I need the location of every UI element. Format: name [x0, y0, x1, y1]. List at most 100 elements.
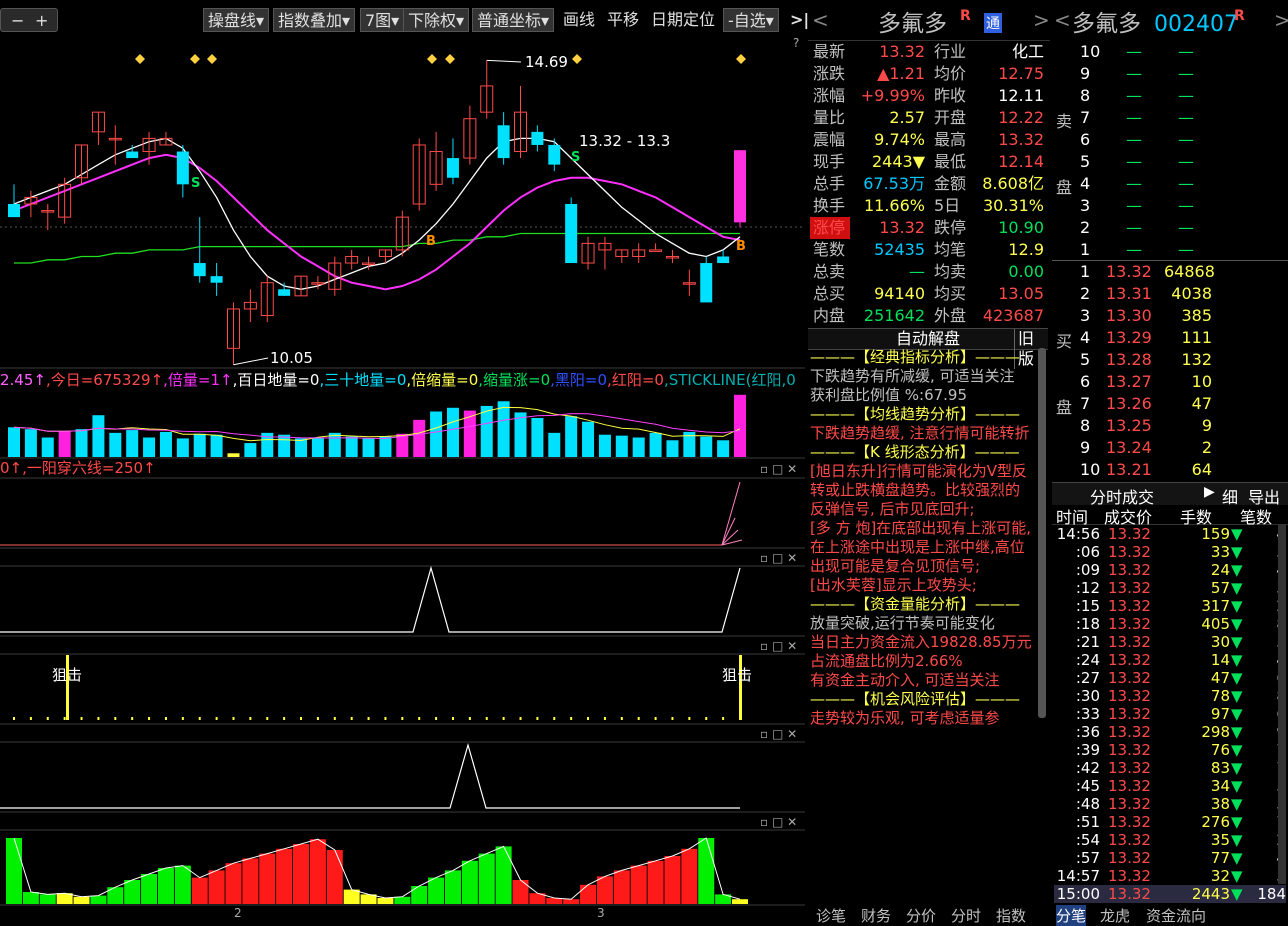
flow-bar: [259, 853, 276, 904]
tick-row[interactable]: :1513.32317▼2: [1054, 597, 1286, 615]
tick-row[interactable]: :1213.3257▼3: [1054, 579, 1286, 597]
tick-row[interactable]: :4813.3238▼5: [1054, 795, 1286, 813]
sell-level-row[interactable]: 6 — —: [1056, 129, 1288, 151]
sell-level-row[interactable]: 8 — —: [1056, 85, 1288, 107]
buy-level-row[interactable]: 4 13.29 111: [1056, 327, 1288, 349]
tick-row[interactable]: :1813.32405▼8: [1054, 615, 1286, 633]
next-stock-icon-right[interactable]: >: [1274, 8, 1288, 32]
orderbook-cell: 4: [1080, 328, 1091, 347]
tab-3[interactable]: 分时: [951, 905, 981, 926]
flow-bar: [309, 839, 326, 904]
help-icon[interactable]: ?: [793, 36, 799, 50]
tick-row[interactable]: :5713.3277▼4: [1054, 849, 1286, 867]
tick-row[interactable]: :5113.32276▼7: [1054, 813, 1286, 831]
sell-level-row[interactable]: 9 — —: [1056, 63, 1288, 85]
sell-level-row[interactable]: 10 — —: [1056, 41, 1288, 63]
sell-level-row[interactable]: 5 — —: [1056, 151, 1288, 173]
tick-row[interactable]: :3613.32298▼9: [1054, 723, 1286, 741]
tool-button-date-locate[interactable]: 日期定位: [651, 8, 715, 32]
tool-button-coordinate[interactable]: 普通坐标▾: [472, 8, 555, 32]
flow-bar: [326, 850, 343, 904]
tick-row[interactable]: 14:5713.3232▼5: [1054, 867, 1286, 885]
buy-level-row[interactable]: 1 13.32 64868: [1056, 261, 1288, 283]
tool-button-pan[interactable]: 平移: [607, 8, 639, 32]
buy-level-row[interactable]: 9 13.24 2: [1056, 437, 1288, 459]
minus-icon[interactable]: −: [11, 9, 24, 33]
tool-button-index-overlay[interactable]: 指数叠加▾: [273, 8, 356, 32]
snipe-dot: [249, 717, 252, 720]
right-tab-1[interactable]: 龙虎: [1100, 905, 1130, 926]
tick-cell: :30: [1075, 687, 1100, 705]
next-stock-icon[interactable]: >: [1033, 8, 1050, 32]
zoom-buttons[interactable]: − +: [0, 8, 58, 32]
tick-row[interactable]: :2413.3214▼4: [1054, 651, 1286, 669]
auto-analysis-title[interactable]: 自动解盘: [896, 329, 960, 349]
play-icon[interactable]: ▶: [1204, 484, 1215, 500]
tick-row[interactable]: :3913.3276▼7: [1054, 741, 1286, 759]
quote-label: 最高: [934, 130, 967, 149]
analysis-line: 有资金主动介入, 可适当关注: [810, 671, 1000, 689]
volume-bar: [143, 437, 156, 457]
tab-2[interactable]: 分价: [906, 905, 936, 926]
right-tab-0[interactable]: 分笔: [1056, 905, 1087, 926]
tool-button-caopanxian[interactable]: 操盘线▾: [203, 8, 270, 32]
tong-badge[interactable]: 通: [984, 13, 1002, 33]
tool-button-draw[interactable]: 画线: [563, 8, 595, 32]
tick-row[interactable]: :3013.3278▼8: [1054, 687, 1286, 705]
tick-row[interactable]: :4213.3283▼7: [1054, 759, 1286, 777]
tab-4[interactable]: 指数: [996, 905, 1026, 926]
volume-bar: [497, 401, 510, 457]
tick-row[interactable]: 14:5613.32159▼4: [1054, 525, 1286, 543]
tool-button-exright[interactable]: 下除权▾: [403, 8, 470, 32]
analysis-scrollbar[interactable]: [1038, 348, 1046, 718]
ticks-scrollbar[interactable]: [1278, 524, 1286, 884]
tick-row[interactable]: :2713.3247▼6: [1054, 669, 1286, 687]
tick-row[interactable]: :0913.3224▼4: [1054, 561, 1286, 579]
buy-level-row[interactable]: 3 13.30 385: [1056, 305, 1288, 327]
collapse-icon[interactable]: >|: [790, 8, 809, 32]
tick-row[interactable]: :5413.3235▼2: [1054, 831, 1286, 849]
prev-stock-icon-right[interactable]: <: [1054, 8, 1071, 32]
tick-cell: ▼: [1231, 633, 1243, 651]
flow-bar: [630, 865, 647, 904]
buy-level-row[interactable]: 5 13.28 132: [1056, 349, 1288, 371]
signal-diamond: [190, 54, 200, 64]
tick-row[interactable]: :2113.3230▼5: [1054, 633, 1286, 651]
buy-level-row[interactable]: 2 13.31 4038: [1056, 283, 1288, 305]
tab-0[interactable]: 诊笔: [816, 905, 846, 926]
flow-bar: [613, 870, 630, 904]
prev-stock-icon[interactable]: <: [812, 8, 829, 32]
sell-level-row[interactable]: 2 — —: [1056, 217, 1288, 239]
flow-bar: [242, 858, 259, 904]
tick-row[interactable]: :0613.3233▼3: [1054, 543, 1286, 561]
tick-cell: ▼: [1231, 813, 1243, 831]
plus-icon[interactable]: +: [35, 9, 48, 33]
ma-short-line: [13, 137, 741, 290]
volume-bar: [126, 430, 139, 457]
tick-row[interactable]: :4513.3234▼5: [1054, 777, 1286, 795]
tick-row[interactable]: :3313.3297▼6: [1054, 705, 1286, 723]
sell-level-row[interactable]: 7 — —: [1056, 107, 1288, 129]
tool-button-watchlist[interactable]: -自选▾: [723, 8, 779, 32]
tick-cell: ▼: [1231, 723, 1243, 741]
sell-level-row[interactable]: 4 — —: [1056, 173, 1288, 195]
sell-level-row[interactable]: 3 — —: [1056, 195, 1288, 217]
sell-level-row[interactable]: 1 — —: [1056, 239, 1288, 261]
flow-bar: [428, 877, 445, 904]
buy-level-row[interactable]: 8 13.25 9: [1056, 415, 1288, 437]
right-tab-2[interactable]: 资金流向: [1146, 905, 1206, 926]
buy-level-row[interactable]: 7 13.26 47: [1056, 393, 1288, 415]
analysis-line: ———【经典指标分析】———: [810, 348, 1021, 366]
trading-terminal: ▫ □ ✕ ▫ □ ✕ ▫ □ ✕ ▫ □ ✕ ▫ □ ✕ − + 操盘线▾ 指数叠加▾…: [0, 0, 1288, 926]
buy-level-row[interactable]: 10 13.21 64: [1056, 459, 1288, 481]
tick-cell: 30: [1210, 633, 1230, 651]
volume-legend-item: ,三十地量=0: [319, 371, 407, 389]
tick-row[interactable]: 15:00 13.32 2443 ▼ 184: [1054, 885, 1286, 903]
signal-diamond: [427, 54, 437, 64]
tick-cell: :15: [1075, 597, 1100, 615]
tick-cell: :51: [1075, 813, 1100, 831]
tool-button-7-charts[interactable]: 7图▾: [360, 8, 405, 32]
candle-body: [531, 131, 544, 145]
buy-level-row[interactable]: 6 13.27 10: [1056, 371, 1288, 393]
tab-1[interactable]: 财务: [861, 905, 891, 926]
